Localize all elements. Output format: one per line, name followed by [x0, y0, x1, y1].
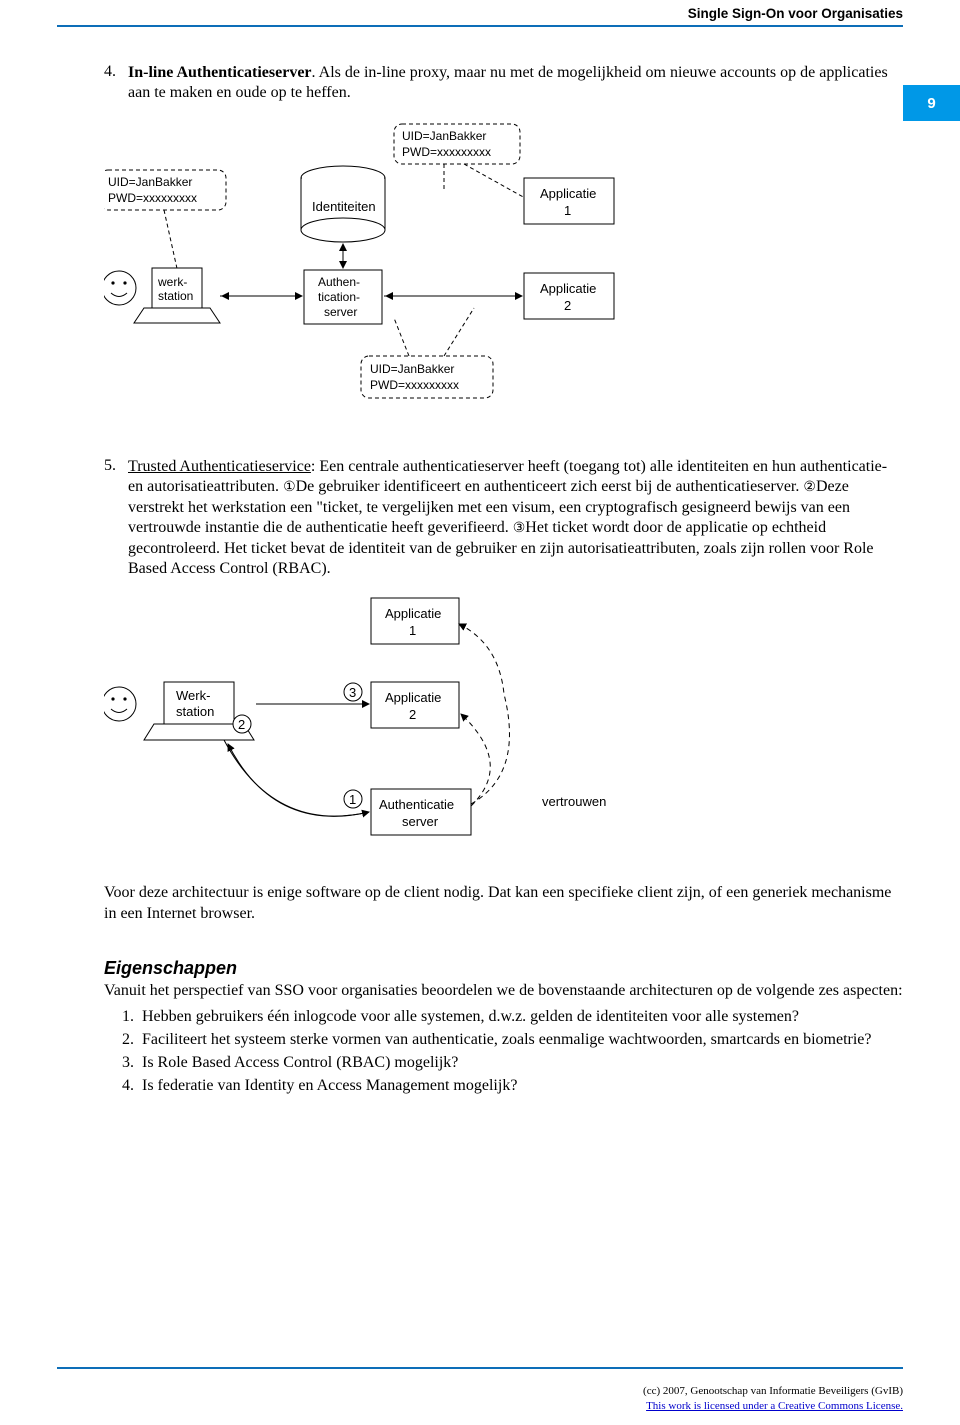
- app1-l2: 1: [564, 203, 571, 218]
- section-5-title: Trusted Authenticatieservice: [128, 458, 311, 475]
- d2-app2-l2: 2: [409, 707, 416, 722]
- footer-line1: (cc) 2007, Genootschap van Informatie Be…: [643, 1385, 903, 1397]
- eigenschappen-section: Eigenschappen Vanuit het perspectief van…: [104, 958, 903, 1096]
- section-4-text: In-line Authenticatieserver. Als de in-l…: [128, 63, 903, 104]
- d2-ws-l1: Werk-: [176, 688, 210, 703]
- d2-app1-l2: 1: [409, 623, 416, 638]
- section-5-text: Trusted Authenticatieservice: Een centra…: [128, 457, 903, 580]
- bubble-bottom-l2: PWD=xxxxxxxxx: [370, 378, 459, 392]
- svg-text:2: 2: [238, 717, 245, 732]
- diagram-inline-auth: UID=JanBakker PWD=xxxxxxxxx UID=JanBakke…: [104, 118, 903, 443]
- eigenschappen-heading: Eigenschappen: [104, 958, 903, 979]
- list-item: Is federatie van Identity en Access Mana…: [138, 1075, 903, 1096]
- app2-l2: 2: [564, 298, 571, 313]
- app1-l1: Applicatie: [540, 186, 596, 201]
- eigenschappen-list: Hebben gebruikers één inlogcode voor all…: [138, 1006, 903, 1096]
- d2-app2-l1: Applicatie: [385, 690, 441, 705]
- list-number: 4.: [104, 63, 128, 104]
- werkstation-l2: station: [158, 289, 193, 303]
- list-item: Is Role Based Access Control (RBAC) moge…: [138, 1052, 903, 1073]
- d2-auth-l1: Authenticatie: [379, 797, 454, 812]
- section-4-title: In-line Authenticatieserver: [128, 64, 312, 81]
- svg-text:3: 3: [349, 685, 356, 700]
- bubble-left-l2: PWD=xxxxxxxxx: [108, 191, 197, 205]
- circled-2-icon: ②: [803, 478, 816, 494]
- page-content: 4. In-line Authenticatieserver. Als de i…: [0, 63, 960, 1219]
- bubble-top-l1: UID=JanBakker: [402, 129, 486, 143]
- circled-1-icon: ①: [283, 478, 296, 494]
- list-item: Hebben gebruikers één inlogcode voor all…: [138, 1006, 903, 1027]
- header-rule: [57, 25, 903, 27]
- para-client-software: Voor deze architectuur is enige software…: [104, 883, 903, 925]
- list-number: 5.: [104, 457, 128, 580]
- footer: (cc) 2007, Genootschap van Informatie Be…: [643, 1384, 903, 1413]
- list-item: Faciliteert het systeem sterke vormen va…: [138, 1029, 903, 1050]
- footer-rule: [57, 1367, 903, 1369]
- werkstation-l1: werk-: [157, 275, 187, 289]
- auth-l2: tication-: [318, 290, 360, 304]
- app2-l1: Applicatie: [540, 281, 596, 296]
- d2-ws-l2: station: [176, 704, 214, 719]
- identiteiten-label: Identiteiten: [312, 199, 376, 214]
- footer-license-link[interactable]: This work is licensed under a Creative C…: [646, 1400, 903, 1412]
- vertrouwen-label: vertrouwen: [542, 794, 606, 809]
- bubble-left-l1: UID=JanBakker: [108, 175, 192, 189]
- running-header: Single Sign-On voor Organisaties: [0, 0, 960, 25]
- eigenschappen-intro: Vanuit het perspectief van SSO voor orga…: [104, 981, 903, 1002]
- auth-l3: server: [324, 305, 357, 319]
- bubble-bottom-l1: UID=JanBakker: [370, 362, 454, 376]
- circled-3-icon: ③: [513, 519, 526, 535]
- page-number-badge: 9: [903, 85, 960, 121]
- auth-l1: Authen-: [318, 275, 360, 289]
- svg-text:1: 1: [349, 792, 356, 807]
- section-4: 4. In-line Authenticatieserver. Als de i…: [104, 63, 903, 104]
- bubble-top-l2: PWD=xxxxxxxxx: [402, 145, 491, 159]
- d2-app1-l1: Applicatie: [385, 606, 441, 621]
- d2-auth-l2: server: [402, 814, 439, 829]
- diagram-trusted-auth: Applicatie 1 Werk- station 2 Applicatie …: [104, 594, 903, 869]
- section-5: 5. Trusted Authenticatieservice: Een cen…: [104, 457, 903, 580]
- s5-b: De gebruiker identificeert en authentice…: [296, 478, 804, 495]
